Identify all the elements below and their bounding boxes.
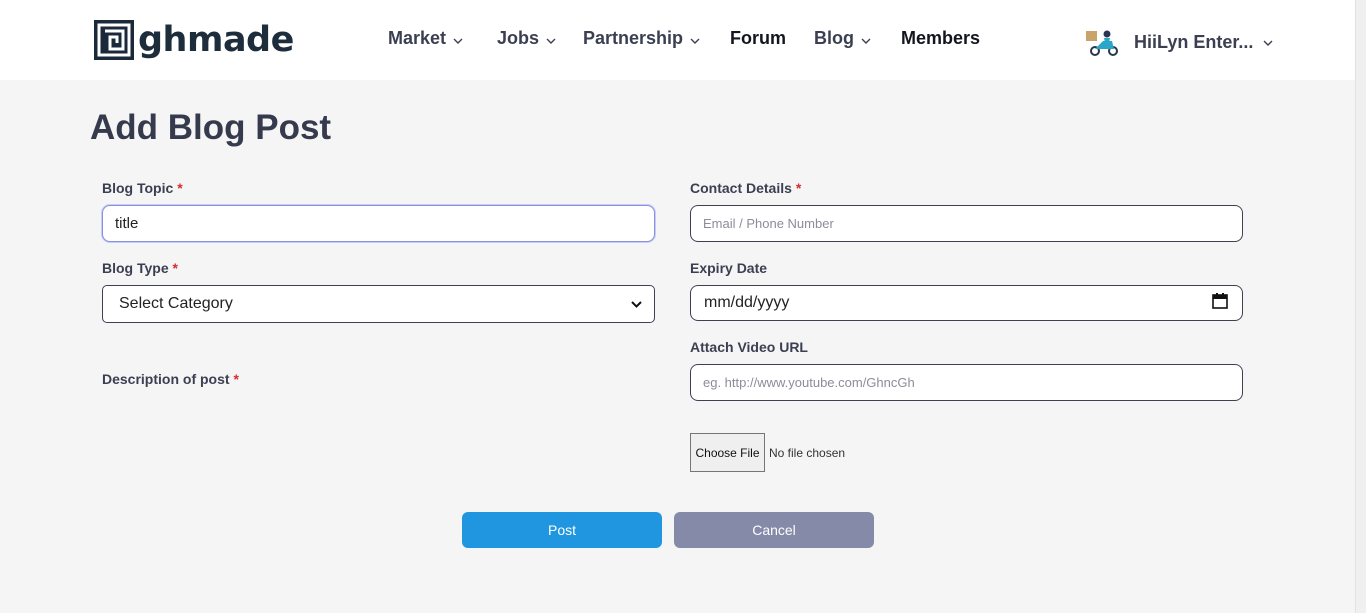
nav-item-label: Forum bbox=[730, 28, 786, 48]
contact-details-input[interactable] bbox=[690, 205, 1243, 242]
blog-type-selected: Select Category bbox=[119, 295, 233, 312]
nav-item-label: Partnership bbox=[583, 28, 684, 48]
chevron-down-icon bbox=[690, 28, 700, 49]
nav-item-label: Blog bbox=[814, 28, 854, 48]
video-url-label-text: Attach Video URL bbox=[690, 339, 808, 355]
expiry-date-label: Expiry Date bbox=[690, 260, 767, 276]
blog-topic-label: Blog Topic * bbox=[102, 180, 183, 196]
cancel-button[interactable]: Cancel bbox=[674, 512, 874, 548]
choose-file-button[interactable]: Choose File bbox=[690, 433, 765, 472]
contact-details-label: Contact Details * bbox=[690, 180, 801, 196]
file-status: No file chosen bbox=[769, 446, 846, 460]
blog-type-select[interactable]: Select Category bbox=[102, 285, 655, 323]
user-name: HiiLyn Enter... bbox=[1134, 31, 1254, 52]
logo-icon bbox=[94, 20, 134, 60]
expiry-date-input[interactable]: mm/dd/yyyy bbox=[690, 285, 1243, 321]
chevron-down-icon bbox=[546, 28, 556, 49]
chevron-down-icon bbox=[453, 28, 463, 49]
calendar-icon[interactable] bbox=[1212, 292, 1228, 314]
nav-item-forum[interactable]: Forum bbox=[730, 28, 786, 49]
post-button[interactable]: Post bbox=[462, 512, 662, 548]
brand-logo[interactable]: ghmade bbox=[94, 20, 294, 60]
user-menu[interactable]: HiiLyn Enter... bbox=[1086, 27, 1273, 57]
chevron-down-icon bbox=[631, 295, 642, 313]
required-mark: * bbox=[233, 371, 239, 387]
top-navbar: ghmade Market Jobs Partnership Forum Blo… bbox=[0, 0, 1355, 80]
nav-item-market[interactable]: Market bbox=[388, 28, 463, 49]
required-mark: * bbox=[172, 260, 178, 276]
description-label-text: Description of post bbox=[102, 371, 230, 387]
brand-name: ghmade bbox=[138, 20, 294, 60]
chevron-down-icon bbox=[1263, 33, 1273, 51]
nav-item-members[interactable]: Members bbox=[901, 28, 980, 49]
required-mark: * bbox=[795, 180, 802, 196]
page-scrollbar[interactable] bbox=[1355, 0, 1366, 613]
video-url-input[interactable] bbox=[690, 364, 1243, 401]
expiry-date-value: mm/dd/yyyy bbox=[704, 294, 790, 311]
blog-type-label-text: Blog Type bbox=[102, 260, 169, 276]
blog-topic-label-text: Blog Topic bbox=[102, 180, 174, 196]
chevron-down-icon bbox=[861, 28, 871, 49]
expiry-date-label-text: Expiry Date bbox=[690, 260, 768, 276]
page-title: Add Blog Post bbox=[90, 108, 332, 147]
nav-item-jobs[interactable]: Jobs bbox=[497, 28, 556, 49]
blog-type-label: Blog Type * bbox=[102, 260, 178, 276]
nav-item-blog[interactable]: Blog bbox=[814, 28, 871, 49]
blog-topic-input[interactable] bbox=[102, 205, 655, 242]
nav-item-label: Members bbox=[901, 28, 981, 48]
avatar bbox=[1086, 27, 1120, 57]
nav-item-partnership[interactable]: Partnership bbox=[583, 28, 700, 49]
nav-item-label: Jobs bbox=[497, 28, 540, 48]
required-mark: * bbox=[177, 180, 183, 196]
contact-details-label-text: Contact Details bbox=[690, 180, 792, 196]
nav-item-label: Market bbox=[388, 28, 447, 48]
description-label: Description of post * bbox=[102, 371, 239, 387]
video-url-label: Attach Video URL bbox=[690, 339, 808, 355]
